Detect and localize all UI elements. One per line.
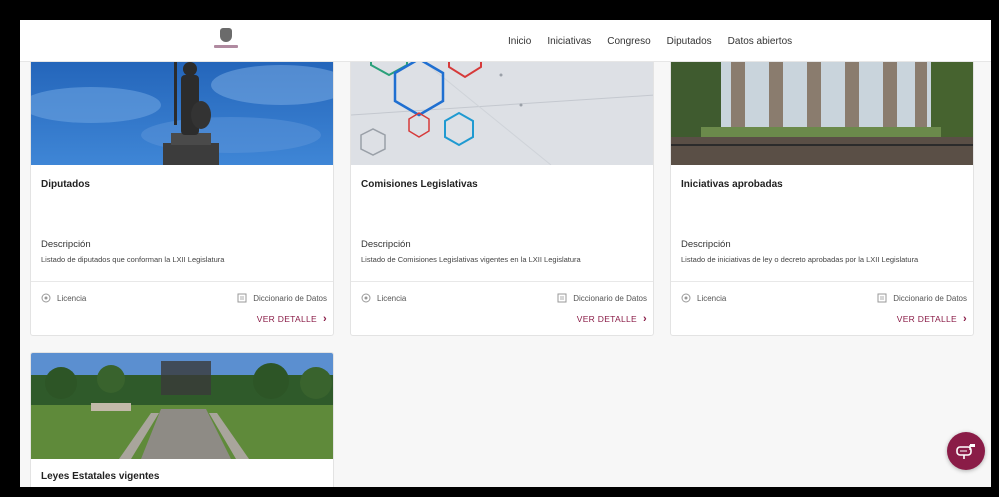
nav-inicio[interactable]: Inicio xyxy=(508,36,531,47)
document-icon xyxy=(877,293,887,303)
nav-iniciativas[interactable]: Iniciativas xyxy=(547,36,591,47)
card-title: Diputados xyxy=(41,179,90,190)
diccionario-link[interactable]: Diccionario de Datos xyxy=(877,293,967,303)
creative-commons-icon xyxy=(361,293,371,303)
chevron-right-icon: › xyxy=(323,313,327,325)
diccionario-link[interactable]: Diccionario de Datos xyxy=(237,293,327,303)
card-image-plaza xyxy=(31,353,333,459)
dataset-card-iniciativas: Iniciativas aprobadas Descripción Listad… xyxy=(670,34,974,336)
card-title: Leyes Estatales vigentes xyxy=(41,471,160,482)
nav-congreso[interactable]: Congreso xyxy=(607,36,650,47)
diccionario-label: Diccionario de Datos xyxy=(253,293,327,303)
licencia-label: Licencia xyxy=(697,293,727,303)
card-description: Listado de Comisiones Legislativas vigen… xyxy=(361,255,581,264)
browser-viewport: Inicio Iniciativas Congreso Diputados Da… xyxy=(20,20,991,487)
chevron-right-icon: › xyxy=(963,313,967,325)
nav-diputados[interactable]: Diputados xyxy=(667,36,712,47)
creative-commons-icon xyxy=(41,293,51,303)
dataset-card-diputados: Diputados Descripción Listado de diputad… xyxy=(30,34,334,336)
diccionario-label: Diccionario de Datos xyxy=(893,293,967,303)
ver-detalle-label: VER DETALLE xyxy=(256,314,318,324)
dataset-card-comisiones: Comisiones Legislativas Descripción List… xyxy=(350,34,654,336)
card-divider xyxy=(671,281,973,282)
card-desc-label: Descripción xyxy=(681,239,731,250)
card-desc-label: Descripción xyxy=(41,239,91,250)
ver-detalle-label: VER DETALLE xyxy=(576,314,638,324)
licencia-label: Licencia xyxy=(57,293,87,303)
main-nav: Inicio Iniciativas Congreso Diputados Da… xyxy=(508,20,792,62)
licencia-link[interactable]: Licencia xyxy=(361,293,406,303)
card-title: Iniciativas aprobadas xyxy=(681,179,783,190)
ver-detalle-button[interactable]: VER DETALLE › xyxy=(897,313,967,325)
diccionario-label: Diccionario de Datos xyxy=(573,293,647,303)
crest-icon xyxy=(220,28,232,42)
licencia-label: Licencia xyxy=(377,293,407,303)
card-title: Comisiones Legislativas xyxy=(361,179,478,190)
document-icon xyxy=(237,293,247,303)
document-icon xyxy=(557,293,567,303)
licencia-link[interactable]: Licencia xyxy=(41,293,86,303)
chevron-right-icon: › xyxy=(643,313,647,325)
card-divider xyxy=(351,281,653,282)
mailbox-icon xyxy=(956,444,975,459)
dataset-card-leyes: Leyes Estatales vigentes xyxy=(30,352,334,487)
site-header: Inicio Iniciativas Congreso Diputados Da… xyxy=(20,20,991,62)
creative-commons-icon xyxy=(681,293,691,303)
ver-detalle-button[interactable]: VER DETALLE › xyxy=(257,313,327,325)
diccionario-link[interactable]: Diccionario de Datos xyxy=(557,293,647,303)
ver-detalle-button[interactable]: VER DETALLE › xyxy=(577,313,647,325)
card-description: Listado de diputados que conforman la LX… xyxy=(41,255,225,264)
card-description: Listado de iniciativas de ley o decreto … xyxy=(681,255,919,264)
congreso-logo[interactable] xyxy=(212,28,240,56)
licencia-link[interactable]: Licencia xyxy=(681,293,726,303)
nav-datos-abiertos[interactable]: Datos abiertos xyxy=(728,36,792,47)
card-divider xyxy=(31,281,333,282)
ver-detalle-label: VER DETALLE xyxy=(896,314,958,324)
card-desc-label: Descripción xyxy=(361,239,411,250)
mailbox-fab-button[interactable] xyxy=(947,432,985,470)
logo-tagline xyxy=(214,45,238,48)
